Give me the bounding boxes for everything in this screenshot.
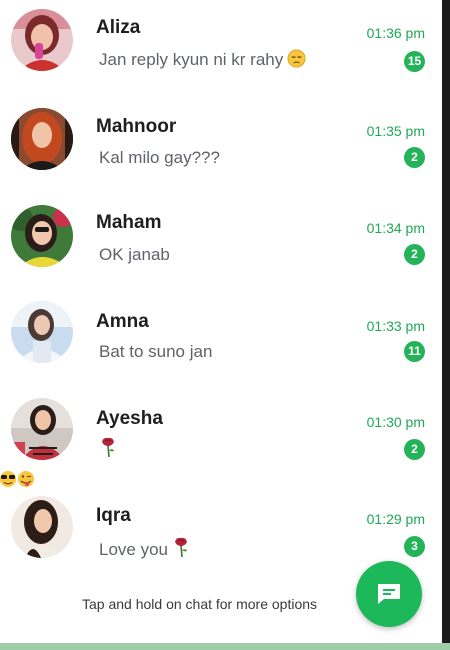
contact-name: Aliza	[96, 17, 141, 38]
last-message	[99, 436, 117, 463]
unread-count-badge: 11	[404, 341, 425, 362]
winking-tongue-face-emoji	[18, 471, 34, 487]
message-time: 01:30 pm	[366, 414, 425, 430]
contact-name: Iqra	[96, 505, 131, 526]
avatar[interactable]	[11, 301, 73, 363]
chat-row-mahnoor[interactable]: Mahnoor 01:35 pm Kal milo gay??? 2	[0, 97, 442, 194]
bottom-strip	[0, 643, 450, 650]
wilted-rose-emoji	[99, 436, 117, 463]
message-time: 01:35 pm	[366, 123, 425, 139]
message-time: 01:36 pm	[366, 25, 425, 41]
message-time: 01:34 pm	[366, 220, 425, 236]
last-message: Bat to suno jan	[99, 342, 212, 362]
hold-chat-hint: Tap and hold on chat for more options	[82, 596, 318, 612]
avatar[interactable]	[11, 496, 73, 558]
last-message: Kal milo gay???	[99, 148, 220, 168]
last-message-text: Kal milo gay???	[99, 148, 220, 167]
last-message-text: Jan reply kyun ni kr rahy	[99, 50, 284, 69]
new-chat-button[interactable]	[356, 561, 422, 627]
message-time: 01:33 pm	[366, 318, 425, 334]
avatar[interactable]	[11, 9, 73, 71]
unread-count-badge: 3	[404, 536, 425, 557]
avatar[interactable]	[11, 398, 73, 460]
unread-count-badge: 15	[404, 51, 425, 72]
contact-name: Amna	[96, 311, 149, 332]
pensive-face-emoji	[287, 49, 306, 73]
last-message: Jan reply kyun ni kr rahy	[99, 49, 306, 73]
unread-count-badge: 2	[404, 147, 425, 168]
avatar[interactable]	[11, 108, 73, 170]
last-message-text: Bat to suno jan	[99, 342, 213, 361]
sunglasses-face-emoji	[0, 471, 16, 487]
last-message-text: Love you	[99, 540, 168, 559]
chat-row-maham[interactable]: Maham 01:34 pm OK janab 2	[0, 194, 442, 291]
chat-row-amna[interactable]: Amna 01:33 pm Bat to suno jan 11	[0, 291, 442, 388]
unread-count-badge: 2	[404, 439, 425, 460]
new-chat-icon	[378, 584, 400, 604]
message-time: 01:29 pm	[366, 511, 425, 527]
contact-name: Ayesha	[96, 408, 163, 429]
last-message-text: OK janab	[99, 245, 170, 264]
last-message: Love you	[99, 536, 190, 563]
last-message: OK janab	[99, 245, 170, 265]
contact-name: Maham	[96, 212, 162, 233]
wilted-rose-emoji	[172, 536, 190, 563]
contact-name: Mahnoor	[96, 116, 177, 137]
chat-list-screen: Aliza 01:36 pm Jan reply kyun ni kr rahy…	[0, 0, 450, 650]
unread-count-badge: 2	[404, 244, 425, 265]
chat-row-ayesha[interactable]: Ayesha 01:30 pm 2	[0, 388, 442, 485]
screen-edge	[442, 0, 450, 650]
avatar[interactable]	[11, 205, 73, 267]
overlay-emojis	[0, 470, 36, 493]
chat-row-aliza[interactable]: Aliza 01:36 pm Jan reply kyun ni kr rahy…	[0, 0, 442, 97]
